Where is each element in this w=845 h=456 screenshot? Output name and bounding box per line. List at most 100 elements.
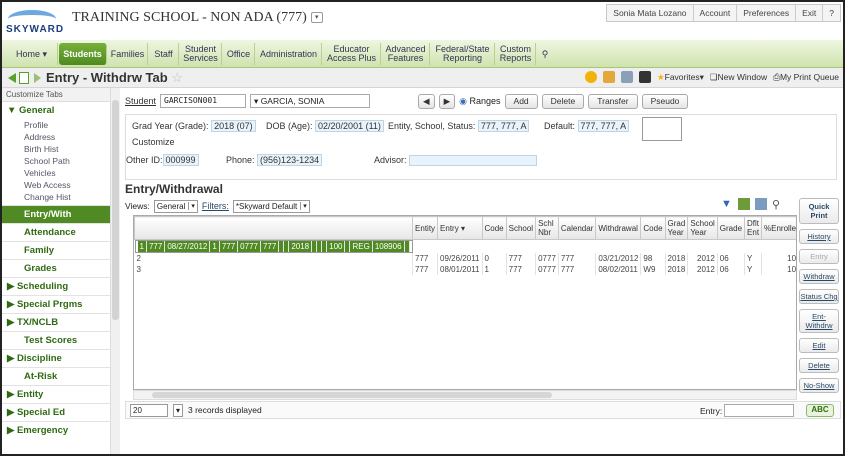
table-row[interactable]: 1 777 08/27/2012 1 777 0777 777 2018 100 REG 10890… (134, 240, 413, 253)
preferences-link[interactable]: Preferences (736, 5, 795, 21)
grid-scroll-thumb[interactable] (152, 392, 552, 398)
pseudo-button[interactable]: Pseudo (641, 93, 689, 109)
sidebar-item-at-risk[interactable]: At-Risk (2, 367, 119, 385)
sidebar-item-entry-with[interactable]: Entry/With (2, 205, 119, 223)
edit-button[interactable]: Edit (799, 338, 839, 353)
excel-export-icon[interactable] (738, 198, 750, 210)
nav-student-services[interactable]: Student Services (180, 43, 222, 65)
sidebar-item-special-ed[interactable]: ▶ Special Ed (2, 403, 119, 421)
back-arrow-icon[interactable] (8, 73, 16, 83)
entry-field[interactable] (724, 404, 794, 417)
sidebar-item-entity[interactable]: ▶ Entity (2, 385, 119, 403)
print-grid-icon[interactable] (755, 198, 767, 210)
column-header[interactable]: Entry ▾ (437, 216, 483, 240)
print-queue-link[interactable]: ⎙My Print Queue (773, 72, 839, 83)
prev-student-button[interactable]: ◀ (418, 93, 435, 109)
next-student-button[interactable]: ▶ (438, 93, 456, 109)
sidebar-item-birth-hist[interactable]: Birth Hist (2, 143, 119, 155)
nav-custom-reports[interactable]: Custom Reports (496, 43, 536, 65)
nav-home[interactable]: Home ▾ (6, 43, 58, 65)
nav-administration[interactable]: Administration (256, 43, 322, 65)
sidebar-group-general[interactable]: ▼ General (2, 102, 119, 119)
sidebar-item-special-prgms[interactable]: ▶ Special Prgms (2, 295, 119, 313)
sidebar-scroll-thumb[interactable] (112, 100, 119, 320)
column-header[interactable]: School (505, 216, 537, 240)
ent-withdrw-button[interactable]: Ent-Withdrw (799, 309, 839, 333)
column-header[interactable]: %Enrolled (761, 216, 796, 240)
sidebar-item-emergency[interactable]: ▶ Emergency (2, 421, 119, 439)
column-header[interactable]: Withdrawal (595, 216, 642, 240)
delete-button[interactable]: Delete (799, 358, 839, 373)
favorite-star-icon[interactable]: ☆ (171, 70, 183, 85)
zoom-icon[interactable]: ⚲ (772, 198, 784, 211)
sidebar-item-web-access[interactable]: Web Access (2, 179, 119, 191)
student-label[interactable]: Student (125, 96, 156, 106)
add-button[interactable]: Add (504, 93, 538, 109)
sidebar-item-school-path[interactable]: School Path (2, 155, 119, 167)
entry-button[interactable]: Entry (799, 249, 839, 264)
quick-print-button[interactable]: Quick Print (799, 198, 839, 224)
sidebar-item-family[interactable]: Family (2, 241, 119, 259)
status-chg-button[interactable]: Status Chg (799, 289, 839, 304)
nav-students[interactable]: Students (59, 43, 107, 65)
sidebar-scrollbar[interactable] (110, 88, 120, 454)
nav-staff[interactable]: Staff (149, 43, 179, 65)
ranges-button[interactable]: ◉ Ranges (459, 96, 500, 107)
transfer-button[interactable]: Transfer (588, 93, 638, 109)
sidebar-item-profile[interactable]: Profile (2, 119, 119, 131)
reports-icon[interactable] (639, 71, 652, 83)
customize-tabs-link[interactable]: Customize Tabs (2, 88, 119, 102)
views-select[interactable]: General ▾ (153, 199, 198, 213)
page-size-dropdown[interactable]: ▾ (173, 403, 184, 417)
sidebar-item-vehicles[interactable]: Vehicles (2, 167, 119, 179)
sidebar-item-grades[interactable]: Grades (2, 259, 119, 277)
help-link[interactable]: ? (822, 5, 840, 21)
sidebar-item-change-hist[interactable]: Change Hist (2, 191, 119, 205)
home-dropdown-icon[interactable]: ▾ (43, 49, 48, 59)
customize-link[interactable]: Customize (132, 137, 175, 147)
filter-icon[interactable]: ▼ (721, 198, 733, 210)
history-button[interactable]: History (799, 229, 839, 244)
grid-horizontal-scrollbar[interactable] (133, 390, 797, 400)
sidebar-item-scheduling[interactable]: ▶ Scheduling (2, 277, 119, 295)
alert-icon[interactable] (585, 71, 598, 83)
sidebar-item-attendance[interactable]: Attendance (2, 223, 119, 241)
nav-search-icon[interactable]: ⚲ (538, 43, 552, 65)
column-header[interactable]: Code (481, 216, 507, 240)
column-header[interactable]: Schl Nbr (535, 216, 559, 240)
account-link[interactable]: Account (692, 5, 737, 21)
exit-link[interactable]: Exit (795, 5, 822, 21)
sidebar-item-test-scores[interactable]: Test Scores (2, 331, 119, 349)
notes-icon[interactable] (621, 71, 634, 83)
student-name-select[interactable]: ▾ GARCIA, SONIA (250, 94, 371, 108)
withdraw-button[interactable]: Withdraw (799, 269, 839, 284)
delete-student-button[interactable]: Delete (541, 93, 585, 109)
abc-button[interactable]: ABC (806, 404, 834, 417)
student-id-field[interactable]: GARCISON001 (160, 94, 247, 108)
nav-families[interactable]: Families (108, 43, 148, 65)
forward-arrow-icon[interactable] (34, 73, 41, 83)
column-header[interactable]: Entity (412, 216, 439, 240)
sidebar-item-discipline[interactable]: ▶ Discipline (2, 349, 119, 367)
sidebar-item-tx-nclb[interactable]: ▶ TX/NCLB (2, 313, 119, 331)
sidebar-item-address[interactable]: Address (2, 131, 119, 143)
filters-link[interactable]: Filters: (202, 201, 229, 211)
new-window-link[interactable]: ❏New Window (710, 72, 767, 83)
table-row[interactable]: 3 777 08/01/2011 1 777 0777 777 08/02/2011 W9 201… (134, 264, 796, 275)
nav-advanced-features[interactable]: Advanced Features (382, 43, 430, 65)
column-header[interactable]: School Year (687, 216, 718, 240)
column-header[interactable]: Calendar (557, 216, 597, 240)
filters-select[interactable]: *Skyward Default ▾ (232, 199, 310, 213)
no-show-button[interactable]: No-Show (799, 378, 839, 393)
column-header[interactable]: Grade (716, 216, 746, 240)
column-header[interactable]: Code (640, 216, 666, 240)
nav-educator-access-plus[interactable]: Educator Access Plus (323, 43, 381, 65)
column-header[interactable]: Dflt Ent (744, 216, 763, 240)
person-icon[interactable] (603, 71, 616, 83)
nav-federal-state-reporting[interactable]: Federal/State Reporting (431, 43, 495, 65)
nav-office[interactable]: Office (223, 43, 255, 65)
table-row[interactable]: 2 777 09/26/2011 0 777 0777 777 03/21/2012 98 201… (134, 253, 796, 264)
column-header[interactable]: Grad Year (664, 216, 689, 240)
title-dropdown-icon[interactable]: ▾ (310, 12, 323, 24)
favorites-menu[interactable]: ★Favorites▾ (657, 72, 704, 83)
